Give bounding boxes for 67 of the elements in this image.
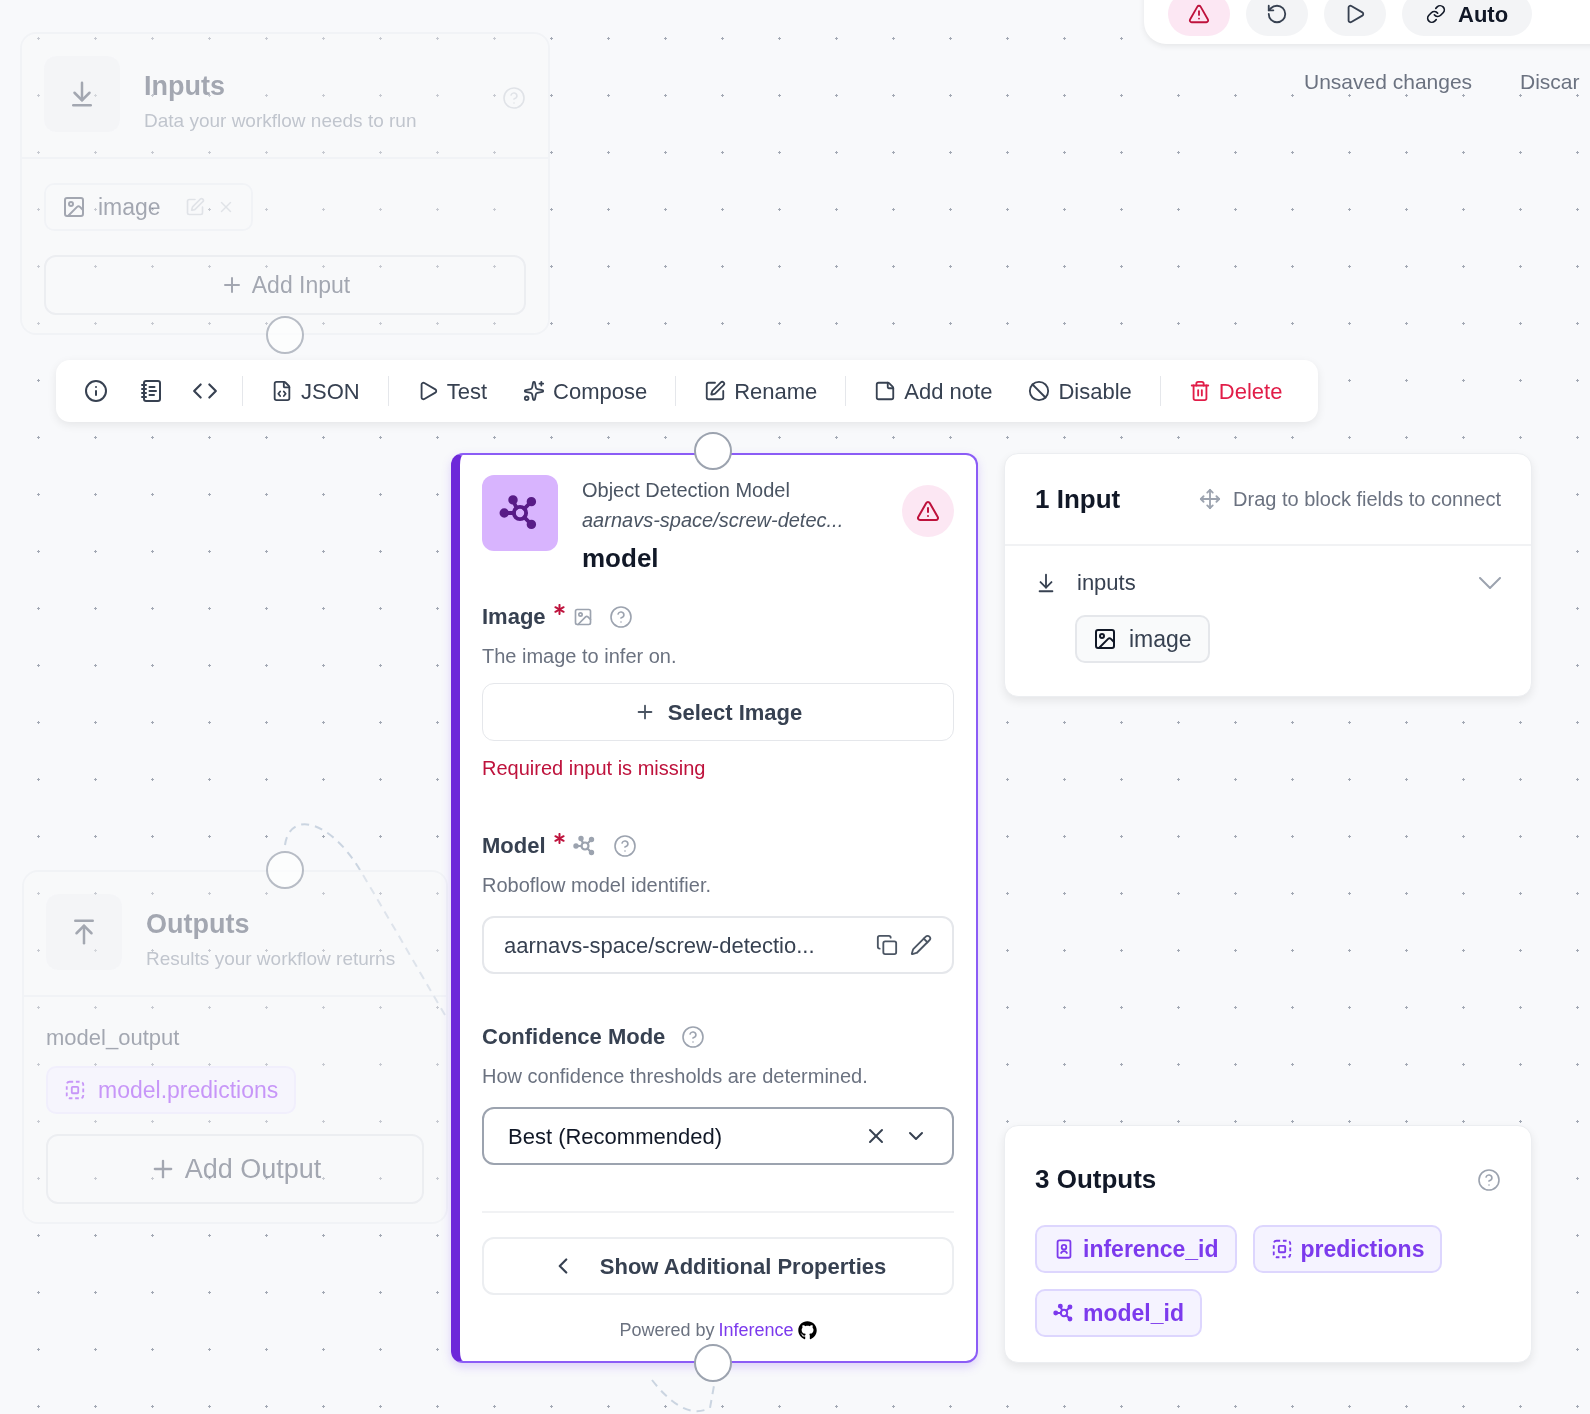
toolbar-button[interactable]: Rename bbox=[692, 374, 830, 408]
toolbar-button[interactable]: Test bbox=[404, 374, 500, 408]
panel-title: 1 Input bbox=[1035, 482, 1121, 516]
warning-button[interactable] bbox=[1168, 0, 1230, 36]
output-name: model_output bbox=[46, 1024, 181, 1052]
dashed-square-icon bbox=[64, 1079, 86, 1101]
toolbar-button[interactable]: Disable bbox=[1016, 374, 1144, 408]
inference-link[interactable]: Inference bbox=[718, 1317, 794, 1344]
pencil-square-icon bbox=[704, 380, 727, 402]
discard-button[interactable]: Discar bbox=[1520, 66, 1580, 98]
trash-icon bbox=[1188, 380, 1211, 402]
play-button[interactable] bbox=[1324, 0, 1386, 36]
drag-hint: Drag to block fields to connect bbox=[1233, 487, 1501, 512]
field-label: Confidence Mode bbox=[482, 1023, 666, 1051]
image-icon bbox=[572, 606, 593, 627]
toolbar-button[interactable]: Add note bbox=[862, 374, 1005, 408]
field-description: The image to infer on. bbox=[482, 644, 678, 669]
show-additional-properties-button[interactable]: Show Additional Properties bbox=[482, 1237, 954, 1295]
warning-badge[interactable] bbox=[902, 485, 954, 537]
model-id-field[interactable]: aarnavs-space/screw-detectio... bbox=[482, 916, 954, 974]
warning-icon bbox=[916, 499, 940, 523]
warning-icon bbox=[1188, 3, 1210, 25]
copy-icon[interactable] bbox=[876, 934, 898, 956]
powered-by-text: Powered by bbox=[619, 1319, 715, 1342]
undo-button[interactable] bbox=[1246, 0, 1308, 36]
field-description: How confidence thresholds are determined. bbox=[482, 1064, 869, 1089]
book-icon[interactable] bbox=[140, 379, 164, 403]
link-icon bbox=[1426, 4, 1446, 24]
network-icon bbox=[1053, 1302, 1075, 1324]
mode-dropdown[interactable]: Auto bbox=[1402, 0, 1533, 36]
error-message: Required input is missing bbox=[482, 756, 707, 781]
output-chip[interactable]: predictions bbox=[1252, 1225, 1443, 1273]
model-path: aarnavs-space/screw-detec... bbox=[582, 508, 845, 533]
info-icon[interactable] bbox=[84, 379, 108, 403]
node-subtitle: Data your workflow needs to run bbox=[144, 108, 418, 133]
block-type: Object Detection Model bbox=[582, 478, 791, 503]
pencil-icon[interactable] bbox=[910, 934, 932, 956]
file-code-icon bbox=[271, 380, 293, 402]
panel-title: 3 Outputs bbox=[1035, 1163, 1157, 1196]
toolbar-button[interactable]: Compose bbox=[511, 374, 660, 408]
field-description: Roboflow model identifier. bbox=[482, 873, 712, 898]
note-icon bbox=[874, 380, 897, 402]
toolbar-button[interactable]: Delete bbox=[1176, 374, 1295, 408]
field-label: Image bbox=[482, 603, 546, 631]
undo-icon bbox=[1266, 3, 1288, 25]
block-name: model bbox=[582, 542, 660, 575]
sparkles-icon bbox=[523, 380, 546, 402]
dashed-square-icon bbox=[1270, 1238, 1293, 1260]
toolbar-button[interactable]: JSON bbox=[259, 374, 372, 408]
node-title: Outputs bbox=[146, 908, 251, 941]
node-title: Inputs bbox=[144, 70, 226, 103]
github-icon[interactable] bbox=[797, 1321, 817, 1340]
output-chip[interactable]: model_id bbox=[1035, 1289, 1202, 1337]
move-icon bbox=[1199, 488, 1222, 510]
input-group-header[interactable]: inputs bbox=[1035, 566, 1501, 599]
network-icon bbox=[572, 833, 597, 858]
output-chip[interactable]: inference_id bbox=[1035, 1225, 1237, 1273]
unsaved-changes-status: Unsaved changes bbox=[1304, 69, 1473, 95]
image-icon bbox=[62, 195, 86, 219]
ban-icon bbox=[1028, 380, 1051, 402]
model-block-card[interactable] bbox=[451, 453, 978, 1363]
select-image-button[interactable]: Select Image bbox=[482, 683, 954, 741]
node-subtitle: Results your workflow returns bbox=[146, 946, 396, 971]
confidence-mode-select[interactable]: Best (Recommended) bbox=[482, 1107, 954, 1165]
input-field-chip[interactable]: image bbox=[1075, 615, 1210, 663]
image-icon bbox=[1093, 627, 1117, 651]
field-label: Model bbox=[482, 832, 546, 860]
